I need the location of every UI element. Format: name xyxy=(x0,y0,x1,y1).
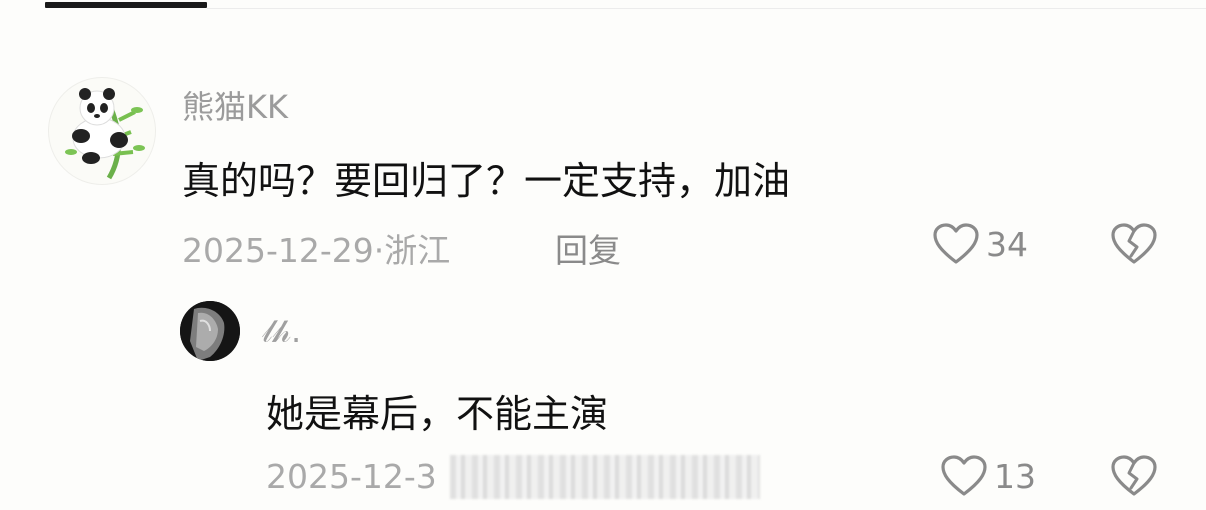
reply-dislike-button[interactable] xyxy=(1110,454,1158,498)
redacted-region xyxy=(450,455,760,499)
reply-meta: 2025-12-3 xyxy=(266,457,437,496)
comment-text: 真的吗？要回归了？一定支持，加油 xyxy=(182,159,791,203)
comment-username[interactable]: 熊猫KK xyxy=(182,82,288,128)
heart-icon xyxy=(933,223,979,264)
tab-divider xyxy=(207,8,1206,9)
reply-text: 她是幕后，不能主演 xyxy=(266,392,609,436)
dislike-button[interactable] xyxy=(1110,222,1158,266)
reply-like-button[interactable]: 13 xyxy=(940,454,1036,498)
like-button[interactable]: 34 xyxy=(932,222,1028,266)
reply-button[interactable]: 回复 xyxy=(555,224,621,272)
heart-icon xyxy=(941,455,987,496)
panda-avatar-icon[interactable] xyxy=(48,77,156,185)
user-photo-avatar[interactable] xyxy=(180,301,240,361)
broken-heart-icon xyxy=(1111,223,1157,264)
active-tab-indicator xyxy=(45,2,207,8)
reply-username[interactable]: 𝓁𝒽. xyxy=(262,312,301,351)
like-count: 34 xyxy=(986,224,1028,264)
comment-meta: 2025-12-29·浙江 xyxy=(182,231,451,270)
tab-bar xyxy=(0,0,1206,10)
reply-like-count: 13 xyxy=(994,456,1036,496)
broken-heart-icon xyxy=(1111,455,1157,496)
